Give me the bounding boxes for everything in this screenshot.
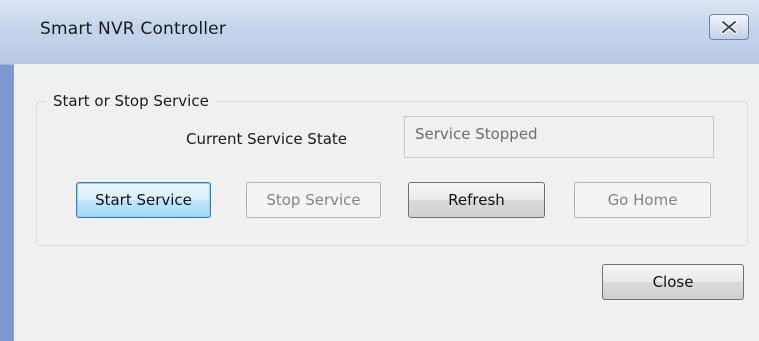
refresh-button[interactable]: Refresh (408, 182, 545, 218)
window-close-button[interactable] (709, 14, 749, 40)
dialog-client-area: Start or Stop Service Current Service St… (13, 64, 759, 341)
service-state-field: Service Stopped (404, 116, 714, 158)
current-state-label: Current Service State (186, 130, 348, 148)
title-bar[interactable]: Smart NVR Controller (0, 0, 759, 65)
window-title: Smart NVR Controller (40, 19, 227, 39)
group-legend: Start or Stop Service (53, 92, 209, 110)
dialog-window: Smart NVR Controller Start or Stop Servi… (0, 0, 759, 341)
close-button[interactable]: Close (602, 264, 744, 300)
stop-service-button[interactable]: Stop Service (246, 182, 381, 218)
close-x-icon (721, 20, 737, 34)
go-home-button[interactable]: Go Home (574, 182, 711, 218)
start-service-button[interactable]: Start Service (76, 182, 211, 218)
